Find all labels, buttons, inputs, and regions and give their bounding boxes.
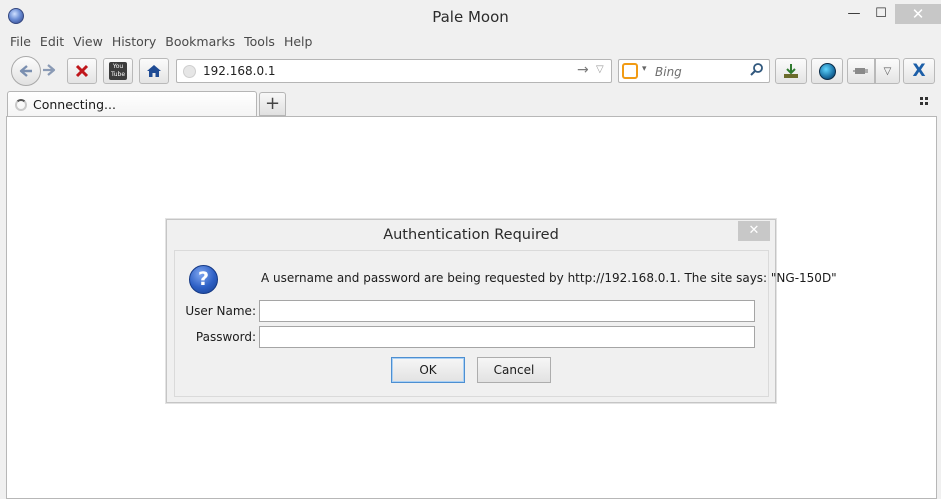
- close-window-button[interactable]: ✕: [895, 4, 941, 24]
- downloads-button[interactable]: [775, 58, 807, 84]
- menu-bar: File Edit View History Bookmarks Tools H…: [10, 34, 321, 52]
- tab-connecting[interactable]: Connecting...: [7, 91, 257, 117]
- xmarks-icon: X: [912, 61, 926, 81]
- dialog-message: A username and password are being reques…: [261, 271, 837, 285]
- window-title: Pale Moon: [432, 8, 509, 26]
- addon-button[interactable]: [811, 58, 843, 84]
- youtube-icon: You Tube: [109, 62, 127, 80]
- stop-icon: [75, 64, 89, 78]
- plugin-icon: [853, 68, 868, 74]
- loading-spinner-icon: [15, 99, 27, 111]
- list-all-tabs-icon[interactable]: [920, 97, 930, 107]
- browser-window: Pale Moon — ☐ ✕ File Edit View History B…: [0, 0, 941, 499]
- home-icon: [147, 65, 161, 77]
- menu-file[interactable]: File: [10, 34, 31, 52]
- ok-button[interactable]: OK: [391, 357, 465, 383]
- tab-label: Connecting...: [33, 97, 116, 112]
- forward-button[interactable]: [41, 62, 61, 80]
- download-icon: [784, 64, 798, 78]
- maximize-button[interactable]: ☐: [868, 4, 894, 24]
- menu-bookmarks[interactable]: Bookmarks: [165, 34, 235, 52]
- navigation-toolbar: You Tube 192.168.0.1 → ▽ ▾ Bing ▽ X: [0, 55, 941, 87]
- dialog-title: Authentication Required: [383, 227, 559, 243]
- menu-view[interactable]: View: [73, 34, 103, 52]
- search-bar[interactable]: ▾ Bing: [618, 59, 770, 83]
- password-label: Password:: [195, 330, 256, 344]
- menu-tools[interactable]: Tools: [244, 34, 275, 52]
- back-arrow-icon: [19, 65, 32, 77]
- toolbar-menu-dropdown[interactable]: ▽: [875, 58, 900, 84]
- youtube-button[interactable]: You Tube: [103, 58, 133, 84]
- search-engine-dropdown-icon[interactable]: ▾: [642, 64, 647, 74]
- menu-edit[interactable]: Edit: [40, 34, 64, 52]
- home-button[interactable]: [139, 58, 169, 84]
- back-button[interactable]: [11, 56, 41, 86]
- site-identity-icon[interactable]: [183, 65, 196, 78]
- username-field[interactable]: [259, 300, 755, 322]
- stop-button[interactable]: [67, 58, 97, 84]
- password-field[interactable]: [259, 326, 755, 348]
- url-input[interactable]: 192.168.0.1: [203, 64, 276, 78]
- dialog-body: ? A username and password are being requ…: [174, 250, 837, 397]
- question-icon: ?: [189, 265, 218, 294]
- minimize-button[interactable]: —: [840, 4, 868, 24]
- search-input[interactable]: Bing: [655, 65, 682, 79]
- globe-icon: [818, 62, 836, 80]
- go-arrow-icon[interactable]: →: [577, 62, 589, 78]
- xmarks-button[interactable]: X: [903, 58, 935, 84]
- username-label: User Name:: [185, 304, 256, 318]
- cancel-button[interactable]: Cancel: [477, 357, 551, 383]
- search-magnifier-icon[interactable]: [750, 62, 764, 80]
- url-bar[interactable]: 192.168.0.1 → ▽: [176, 59, 612, 83]
- forward-arrow-icon: [43, 64, 56, 76]
- extension-button[interactable]: [847, 58, 875, 84]
- menu-help[interactable]: Help: [284, 34, 313, 52]
- bing-engine-icon[interactable]: [622, 63, 638, 79]
- new-tab-button[interactable]: +: [259, 92, 286, 116]
- title-bar: Pale Moon — ☐ ✕: [0, 0, 941, 32]
- menu-history[interactable]: History: [112, 34, 156, 52]
- dialog-close-button[interactable]: ✕: [738, 221, 770, 241]
- tab-strip: Connecting... +: [0, 89, 941, 117]
- url-history-dropdown-icon[interactable]: ▽: [596, 64, 604, 75]
- authentication-dialog: Authentication Required ✕ ? A username a…: [166, 219, 837, 403]
